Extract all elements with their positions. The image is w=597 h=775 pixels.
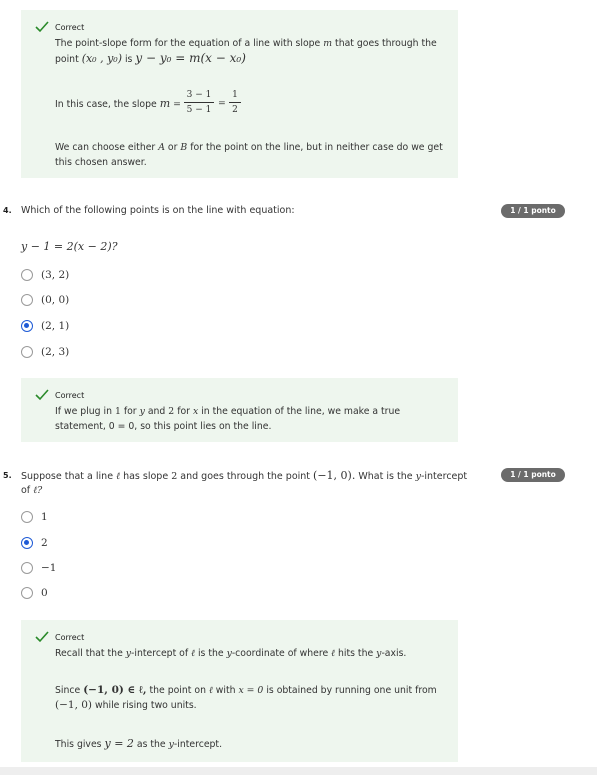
feedback-text-q5-1: Recall that the y-intercept of ℓ is the … <box>55 648 407 659</box>
feedback-text-1: The point-slope form for the equation of… <box>55 38 437 65</box>
feedback-status: Correct <box>55 390 85 400</box>
feedback-status: Correct <box>55 22 85 32</box>
question-number-4: 4. <box>3 206 12 215</box>
radio-button[interactable] <box>21 346 33 358</box>
radio-button[interactable] <box>21 269 33 281</box>
question-text-5: Suppose that a line ℓ has slope 2 and go… <box>21 469 468 496</box>
check-icon <box>35 21 49 33</box>
feedback-status: Correct <box>55 632 85 642</box>
feedback-text-q4: If we plug in 1 for y and 2 for x in the… <box>55 406 401 432</box>
score-badge-5: 1 / 1 ponto <box>501 468 565 482</box>
feedback-correct-q5: Correct Recall that the y-intercept of ℓ… <box>21 620 458 762</box>
check-icon <box>35 389 49 401</box>
feedback-header: Correct <box>35 21 84 33</box>
score-badge-4: 1 / 1 ponto <box>501 204 565 218</box>
radio-button[interactable] <box>21 294 33 306</box>
question-equation-4: y − 1 = 2(x − 2)? <box>21 240 118 253</box>
option-q5-4[interactable]: 0 <box>21 586 48 600</box>
radio-button[interactable] <box>21 511 33 523</box>
question-number-5: 5. <box>3 471 12 480</box>
feedback-header: Correct <box>35 389 84 401</box>
option-q5-3[interactable]: −1 <box>21 561 56 575</box>
feedback-text-q5-2: Since (−1, 0) ∈ ℓ, the point on ℓ with x… <box>55 684 437 711</box>
option-q4-4[interactable]: (2, 3) <box>21 345 69 359</box>
feedback-header: Correct <box>35 631 84 643</box>
radio-button[interactable] <box>21 587 33 599</box>
feedback-text-q5-3: This gives y = 2 as the y-intercept. <box>55 737 223 750</box>
option-q5-1[interactable]: 1 <box>21 510 48 524</box>
option-q4-3-selected[interactable]: (2, 1) <box>21 319 69 333</box>
feedback-correct-top: Correct The point-slope form for the equ… <box>21 10 458 178</box>
radio-button-selected[interactable] <box>21 320 33 332</box>
option-q5-2-selected[interactable]: 2 <box>21 536 48 550</box>
check-icon <box>35 631 49 643</box>
question-text-4: Which of the following points is on the … <box>21 205 295 216</box>
option-q4-1[interactable]: (3, 2) <box>21 268 69 282</box>
feedback-text-3: We can choose either A or B for the poin… <box>55 142 443 168</box>
radio-button[interactable] <box>21 562 33 574</box>
option-q4-2[interactable]: (0, 0) <box>21 293 69 307</box>
radio-button-selected[interactable] <box>21 537 33 549</box>
feedback-text-slope: In this case, the slope m = 3 − 1 5 − 1 … <box>55 90 446 120</box>
footer-bar <box>0 767 597 775</box>
feedback-correct-q4: Correct If we plug in 1 for y and 2 for … <box>21 378 458 442</box>
